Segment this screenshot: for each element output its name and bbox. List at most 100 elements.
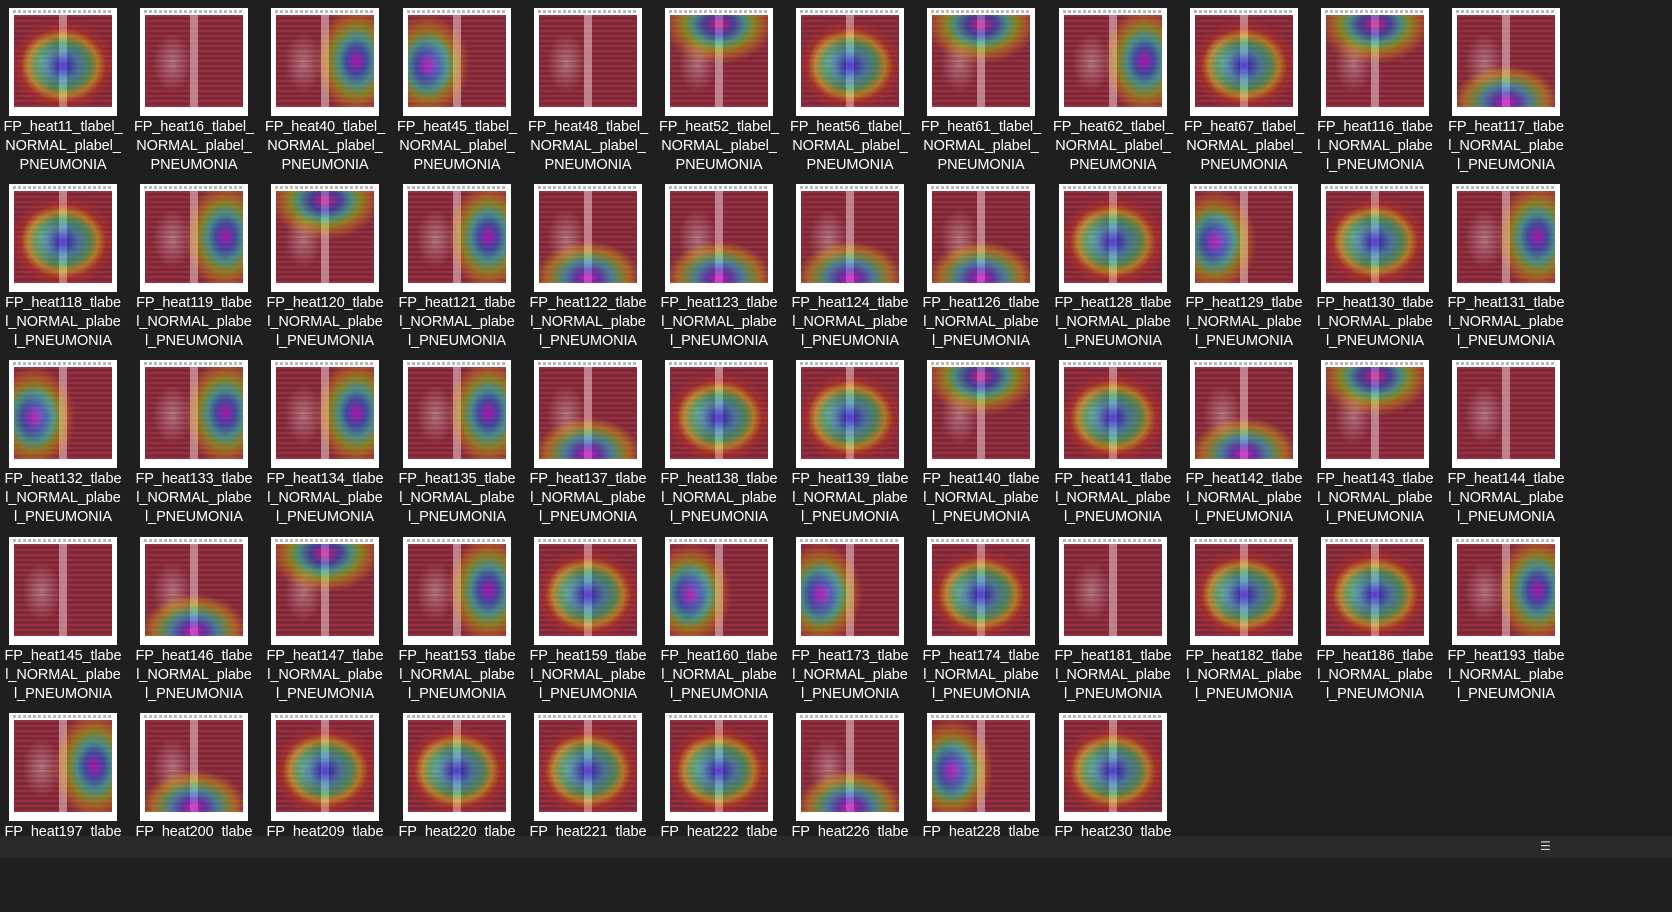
file-thumbnail [927, 360, 1035, 468]
chest-xray-heatmap-image [145, 367, 243, 459]
file-item[interactable]: FP_heat153_tlabe l_NORMAL_plabe l_PNEUMO… [394, 529, 534, 717]
chest-xray-heatmap-image [1326, 544, 1424, 636]
file-item[interactable]: FP_heat146_tlabe l_NORMAL_plabe l_PNEUMO… [131, 529, 271, 717]
file-name-label: FP_heat143_tlabe l_NORMAL_plabe l_PNEUMO… [1316, 471, 1434, 525]
file-thumbnail [9, 360, 117, 468]
chest-xray-heatmap-image [408, 367, 506, 459]
thumbnail-caption-text [800, 715, 900, 718]
file-item[interactable]: FP_heat118_tlabe l_NORMAL_plabe l_PNEUMO… [0, 176, 140, 364]
file-item[interactable]: FP_heat143_tlabe l_NORMAL_plabe l_PNEUMO… [1312, 352, 1452, 540]
heatmap-overlay [1326, 544, 1424, 636]
file-item[interactable]: FP_heat121_tlabe l_NORMAL_plabe l_PNEUMO… [394, 176, 534, 364]
thumbnail-caption-text [144, 362, 244, 365]
file-item[interactable]: FP_heat129_tlabe l_NORMAL_plabe l_PNEUMO… [1181, 176, 1321, 364]
file-item[interactable]: FP_heat141_tlabe l_NORMAL_plabe l_PNEUMO… [1050, 352, 1190, 540]
file-item[interactable]: FP_heat160_tlabe l_NORMAL_plabe l_PNEUMO… [656, 529, 796, 717]
file-item[interactable]: FP_heat133_tlabe l_NORMAL_plabe l_PNEUMO… [131, 352, 271, 540]
file-item[interactable]: FP_heat61_tlabel_ NORMAL_plabel_ PNEUMON… [918, 0, 1058, 188]
file-item[interactable]: FP_heat16_tlabel_ NORMAL_plabel_ PNEUMON… [131, 0, 271, 188]
chest-xray-heatmap-image [14, 15, 112, 107]
file-item[interactable]: FP_heat62_tlabel_ NORMAL_plabel_ PNEUMON… [1050, 0, 1190, 188]
file-item[interactable]: FP_heat145_tlabe l_NORMAL_plabe l_PNEUMO… [0, 529, 140, 717]
file-item[interactable]: FP_heat186_tlabe l_NORMAL_plabe l_PNEUMO… [1312, 529, 1452, 717]
file-item[interactable]: FP_heat120_tlabe l_NORMAL_plabe l_PNEUMO… [262, 176, 402, 364]
file-item[interactable]: FP_heat67_tlabel_ NORMAL_plabel_ PNEUMON… [1181, 0, 1321, 188]
heatmap-overlay [1195, 15, 1293, 107]
file-thumbnail [1059, 184, 1167, 292]
file-item[interactable]: FP_heat142_tlabe l_NORMAL_plabe l_PNEUMO… [1181, 352, 1321, 540]
file-item[interactable]: FP_heat116_tlabe l_NORMAL_plabe l_PNEUMO… [1312, 0, 1452, 188]
file-thumbnail [271, 8, 379, 116]
file-item[interactable]: FP_heat117_tlabe l_NORMAL_plabe l_PNEUMO… [1443, 0, 1583, 188]
file-name-label: FP_heat11_tlabel_ NORMAL_plabel_ PNEUMON… [3, 119, 123, 173]
heatmap-overlay [539, 544, 637, 636]
file-item[interactable]: FP_heat48_tlabel_ NORMAL_plabel_ PNEUMON… [525, 0, 665, 188]
thumbnail-caption-text [669, 715, 769, 718]
file-item[interactable]: FP_heat56_tlabel_ NORMAL_plabel_ PNEUMON… [787, 0, 927, 188]
details-view-icon[interactable]: ☰ [1540, 838, 1556, 854]
file-item[interactable]: FP_heat40_tlabel_ NORMAL_plabel_ PNEUMON… [262, 0, 402, 188]
file-item[interactable]: FP_heat119_tlabe l_NORMAL_plabe l_PNEUMO… [131, 176, 271, 364]
thumbnail-caption-text [407, 539, 507, 542]
file-name-label: FP_heat139_tlabe l_NORMAL_plabe l_PNEUMO… [791, 471, 909, 525]
file-item[interactable]: FP_heat138_tlabe l_NORMAL_plabe l_PNEUMO… [656, 352, 796, 540]
thumbnail-caption-text [1194, 186, 1294, 189]
file-item[interactable]: FP_heat140_tlabe l_NORMAL_plabe l_PNEUMO… [918, 352, 1058, 540]
file-item[interactable]: FP_heat128_tlabe l_NORMAL_plabe l_PNEUMO… [1050, 176, 1190, 364]
file-item[interactable]: FP_heat173_tlabe l_NORMAL_plabe l_PNEUMO… [787, 529, 927, 717]
file-thumbnail [1190, 8, 1298, 116]
file-item[interactable]: FP_heat132_tlabe l_NORMAL_plabe l_PNEUMO… [0, 352, 140, 540]
file-item[interactable]: FP_heat126_tlabe l_NORMAL_plabe l_PNEUMO… [918, 176, 1058, 364]
file-item[interactable]: FP_heat52_tlabel_ NORMAL_plabel_ PNEUMON… [656, 0, 796, 188]
heatmap-overlay [801, 720, 899, 812]
file-item[interactable]: FP_heat124_tlabe l_NORMAL_plabe l_PNEUMO… [787, 176, 927, 364]
file-name-label: FP_heat131_tlabe l_NORMAL_plabe l_PNEUMO… [1447, 295, 1565, 349]
heatmap-overlay [1326, 191, 1424, 283]
thumbnail-caption-text [800, 10, 900, 13]
file-item[interactable]: FP_heat193_tlabe l_NORMAL_plabe l_PNEUMO… [1443, 529, 1583, 717]
file-item[interactable]: FP_heat130_tlabe l_NORMAL_plabe l_PNEUMO… [1312, 176, 1452, 364]
file-item[interactable]: FP_heat182_tlabe l_NORMAL_plabe l_PNEUMO… [1181, 529, 1321, 717]
file-name-label: FP_heat129_tlabe l_NORMAL_plabe l_PNEUMO… [1185, 295, 1303, 349]
file-thumbnail [927, 8, 1035, 116]
file-thumbnail [1059, 713, 1167, 821]
file-item[interactable]: FP_heat123_tlabe l_NORMAL_plabe l_PNEUMO… [656, 176, 796, 364]
thumbnail-caption-text [538, 362, 638, 365]
file-item[interactable]: FP_heat122_tlabe l_NORMAL_plabe l_PNEUMO… [525, 176, 665, 364]
file-item[interactable]: FP_heat181_tlabe l_NORMAL_plabe l_PNEUMO… [1050, 529, 1190, 717]
file-item[interactable]: FP_heat11_tlabel_ NORMAL_plabel_ PNEUMON… [0, 0, 140, 188]
thumbnail-caption-text [931, 715, 1031, 718]
heatmap-overlay [408, 720, 506, 812]
heatmap-overlay [1457, 544, 1555, 636]
heatmap-overlay [1457, 15, 1555, 107]
file-thumbnail [271, 537, 379, 645]
file-thumbnail [9, 537, 117, 645]
heatmap-overlay [539, 15, 637, 107]
file-item[interactable]: FP_heat144_tlabe l_NORMAL_plabe l_PNEUMO… [1443, 352, 1583, 540]
file-item[interactable]: FP_heat137_tlabe l_NORMAL_plabe l_PNEUMO… [525, 352, 665, 540]
file-item[interactable]: FP_heat131_tlabe l_NORMAL_plabe l_PNEUMO… [1443, 176, 1583, 364]
chest-xray-heatmap-image [1326, 367, 1424, 459]
file-name-label: FP_heat141_tlabe l_NORMAL_plabe l_PNEUMO… [1054, 471, 1172, 525]
heatmap-overlay [670, 544, 768, 636]
heatmap-overlay [670, 367, 768, 459]
chest-xray-heatmap-image [801, 191, 899, 283]
thumbnail-caption-text [13, 10, 113, 13]
thumbnail-caption-text [1456, 362, 1556, 365]
thumbnail-caption-text [407, 10, 507, 13]
chest-xray-heatmap-image [145, 544, 243, 636]
file-item[interactable]: FP_heat159_tlabe l_NORMAL_plabe l_PNEUMO… [525, 529, 665, 717]
chest-xray-heatmap-image [539, 544, 637, 636]
file-thumbnail [9, 184, 117, 292]
file-item[interactable]: FP_heat174_tlabe l_NORMAL_plabe l_PNEUMO… [918, 529, 1058, 717]
file-item[interactable]: FP_heat147_tlabe l_NORMAL_plabe l_PNEUMO… [262, 529, 402, 717]
file-item[interactable]: FP_heat45_tlabel_ NORMAL_plabel_ PNEUMON… [394, 0, 534, 188]
thumbnail-caption-text [538, 715, 638, 718]
heatmap-overlay [276, 544, 374, 636]
file-thumbnail [796, 537, 904, 645]
file-item[interactable]: FP_heat135_tlabe l_NORMAL_plabe l_PNEUMO… [394, 352, 534, 540]
file-item[interactable]: FP_heat134_tlabe l_NORMAL_plabe l_PNEUMO… [262, 352, 402, 540]
file-item[interactable]: FP_heat139_tlabe l_NORMAL_plabe l_PNEUMO… [787, 352, 927, 540]
heatmap-overlay [1195, 367, 1293, 459]
thumbnail-caption-text [275, 362, 375, 365]
